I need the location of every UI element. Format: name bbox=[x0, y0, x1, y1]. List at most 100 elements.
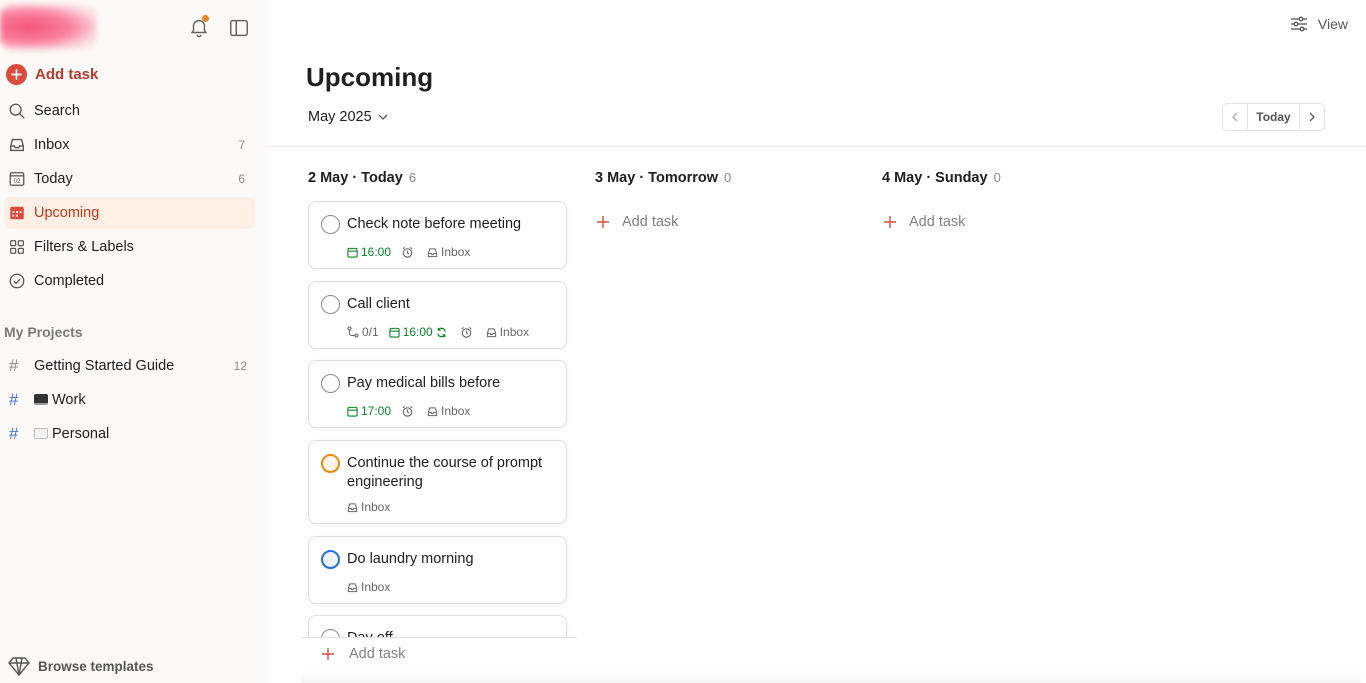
alarm-clock-icon bbox=[402, 246, 413, 258]
project-label: Personal bbox=[52, 426, 110, 442]
project-label: Work bbox=[52, 392, 86, 408]
project-personal[interactable]: # Personal bbox=[4, 418, 255, 450]
sidebar-item-label: Search bbox=[34, 103, 80, 119]
view-label: View bbox=[1317, 16, 1348, 32]
sidebar-item-inbox[interactable]: Inbox 7 bbox=[4, 129, 255, 161]
add-task-button[interactable]: Add task bbox=[6, 63, 98, 85]
month-label: May 2025 bbox=[308, 109, 372, 125]
browse-templates-link[interactable]: Browse templates bbox=[8, 656, 154, 676]
task-card[interactable]: Continue the course of prompt engineerin… bbox=[308, 440, 567, 524]
task-project-label: Inbox bbox=[361, 580, 391, 594]
sidebar-item-today[interactable]: 02 Today 6 bbox=[4, 163, 255, 195]
column-header-tomorrow: 3 May · Tomorrow 0 bbox=[595, 170, 731, 186]
calendar-upcoming-icon bbox=[10, 206, 24, 220]
hash-icon: # bbox=[9, 424, 19, 443]
sidebar-item-search[interactable]: Search bbox=[4, 95, 255, 127]
sidebar-item-completed[interactable]: Completed bbox=[4, 265, 255, 297]
inbox-icon bbox=[347, 582, 358, 592]
sidebar-item-upcoming[interactable]: Upcoming bbox=[4, 197, 255, 229]
diamond-icon bbox=[8, 657, 30, 676]
task-meta: 16:00 Inbox bbox=[347, 245, 480, 259]
next-week-button[interactable] bbox=[1300, 104, 1324, 130]
plus-icon bbox=[884, 216, 896, 228]
task-meta: Inbox bbox=[347, 580, 400, 594]
month-selector[interactable]: May 2025 bbox=[308, 109, 388, 125]
task-title: Check note before meeting bbox=[347, 216, 522, 232]
calendar-icon bbox=[389, 327, 400, 338]
task-time: 16:00 bbox=[402, 325, 433, 339]
task-card[interactable]: Pay medical bills before 17:00 Inbox bbox=[308, 360, 567, 428]
calendar-today-icon: 02 bbox=[9, 172, 25, 186]
main-content: View Upcoming May 2025 Today 2 May · Tod… bbox=[267, 0, 1366, 683]
project-label: Getting Started Guide bbox=[34, 358, 175, 374]
task-time: 16:00 bbox=[361, 245, 392, 259]
task-project: Inbox bbox=[486, 325, 529, 339]
task-meta: Inbox bbox=[347, 500, 400, 514]
browse-templates-label: Browse templates bbox=[38, 658, 154, 674]
view-button[interactable]: View bbox=[1290, 16, 1348, 32]
sidebar-item-count: 6 bbox=[238, 172, 245, 186]
column-header-sunday: 4 May · Sunday 0 bbox=[882, 170, 1001, 186]
task-checkbox[interactable] bbox=[321, 374, 340, 393]
chevron-left-icon bbox=[1232, 112, 1238, 122]
task-subtasks: 0/1 bbox=[347, 325, 379, 339]
column-date: 2 May · Today bbox=[308, 170, 403, 186]
sidebar-toggle-icon[interactable] bbox=[228, 17, 250, 39]
subtask-icon bbox=[347, 326, 359, 338]
task-list-today: Check note before meeting 16:00 Inbox Ca… bbox=[301, 199, 576, 637]
reminder bbox=[401, 405, 417, 418]
chevron-right-icon bbox=[1309, 112, 1315, 122]
bottom-bar bbox=[301, 637, 1361, 683]
notepad-icon bbox=[34, 428, 48, 439]
task-checkbox[interactable] bbox=[321, 215, 340, 234]
reminder bbox=[401, 246, 417, 259]
inbox-icon bbox=[10, 138, 24, 152]
sidebar-item-label: Inbox bbox=[34, 137, 70, 153]
task-checkbox[interactable] bbox=[321, 550, 340, 569]
task-checkbox[interactable] bbox=[321, 629, 340, 637]
project-label-wrap: Work bbox=[34, 392, 86, 408]
recurring-icon bbox=[436, 327, 446, 337]
search-icon bbox=[9, 103, 25, 119]
projects-section-title[interactable]: My Projects bbox=[4, 324, 83, 340]
task-card[interactable]: Do laundry morning Inbox bbox=[308, 536, 567, 604]
task-meta: 0/1 16:00 Inbox bbox=[347, 325, 539, 339]
project-getting-started[interactable]: # Getting Started Guide 12 bbox=[4, 350, 255, 382]
add-task-label: Add task bbox=[622, 214, 679, 230]
check-circle-icon bbox=[9, 273, 25, 289]
project-count: 12 bbox=[233, 359, 247, 373]
plus-icon bbox=[322, 648, 334, 660]
avatar[interactable] bbox=[0, 4, 96, 50]
add-task-today[interactable]: Add task bbox=[321, 646, 405, 662]
sidebar-item-label: Completed bbox=[34, 273, 105, 289]
plus-icon bbox=[6, 63, 27, 85]
task-title: Call client bbox=[347, 296, 410, 312]
task-subtask-count: 0/1 bbox=[362, 325, 379, 339]
today-button[interactable]: Today bbox=[1247, 104, 1300, 130]
task-card[interactable]: Check note before meeting 16:00 Inbox bbox=[308, 201, 567, 269]
reminder bbox=[460, 326, 476, 339]
laptop-icon bbox=[34, 394, 48, 405]
add-task-sunday[interactable]: Add task bbox=[883, 214, 965, 230]
column-count: 0 bbox=[724, 170, 732, 185]
inbox-icon bbox=[427, 247, 438, 257]
alarm-clock-icon bbox=[461, 326, 472, 338]
task-card[interactable]: Call client 0/1 16:00 Inbox bbox=[308, 281, 567, 349]
sidebar-item-filters-labels[interactable]: Filters & Labels bbox=[4, 231, 255, 263]
project-work[interactable]: # Work bbox=[4, 384, 255, 416]
task-checkbox[interactable] bbox=[321, 454, 340, 473]
calendar-icon bbox=[347, 247, 358, 258]
task-checkbox[interactable] bbox=[321, 295, 340, 314]
task-due: 16:00 bbox=[347, 245, 391, 259]
filters-grid-icon bbox=[10, 240, 24, 254]
inbox-icon bbox=[347, 502, 358, 512]
task-project: Inbox bbox=[427, 245, 470, 259]
task-card[interactable]: Day off bbox=[308, 615, 567, 637]
task-project-label: Inbox bbox=[361, 500, 391, 514]
previous-week-button[interactable] bbox=[1223, 104, 1247, 130]
task-project-label: Inbox bbox=[441, 245, 471, 259]
date-navigation: Today bbox=[1222, 103, 1325, 131]
sidebar-item-label: Today bbox=[34, 171, 73, 187]
add-task-tomorrow[interactable]: Add task bbox=[596, 214, 678, 230]
list-divider bbox=[301, 637, 577, 638]
